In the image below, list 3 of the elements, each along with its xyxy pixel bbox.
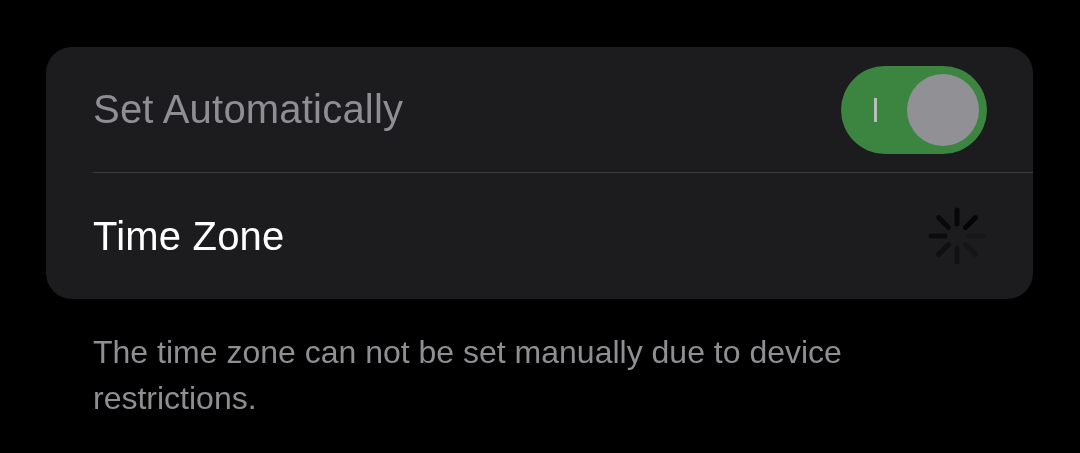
footer-note: The time zone can not be set manually due to device restrictions. <box>93 333 843 418</box>
row-label: Time Zone <box>93 213 285 259</box>
row-label: Set Automatically <box>93 87 404 132</box>
